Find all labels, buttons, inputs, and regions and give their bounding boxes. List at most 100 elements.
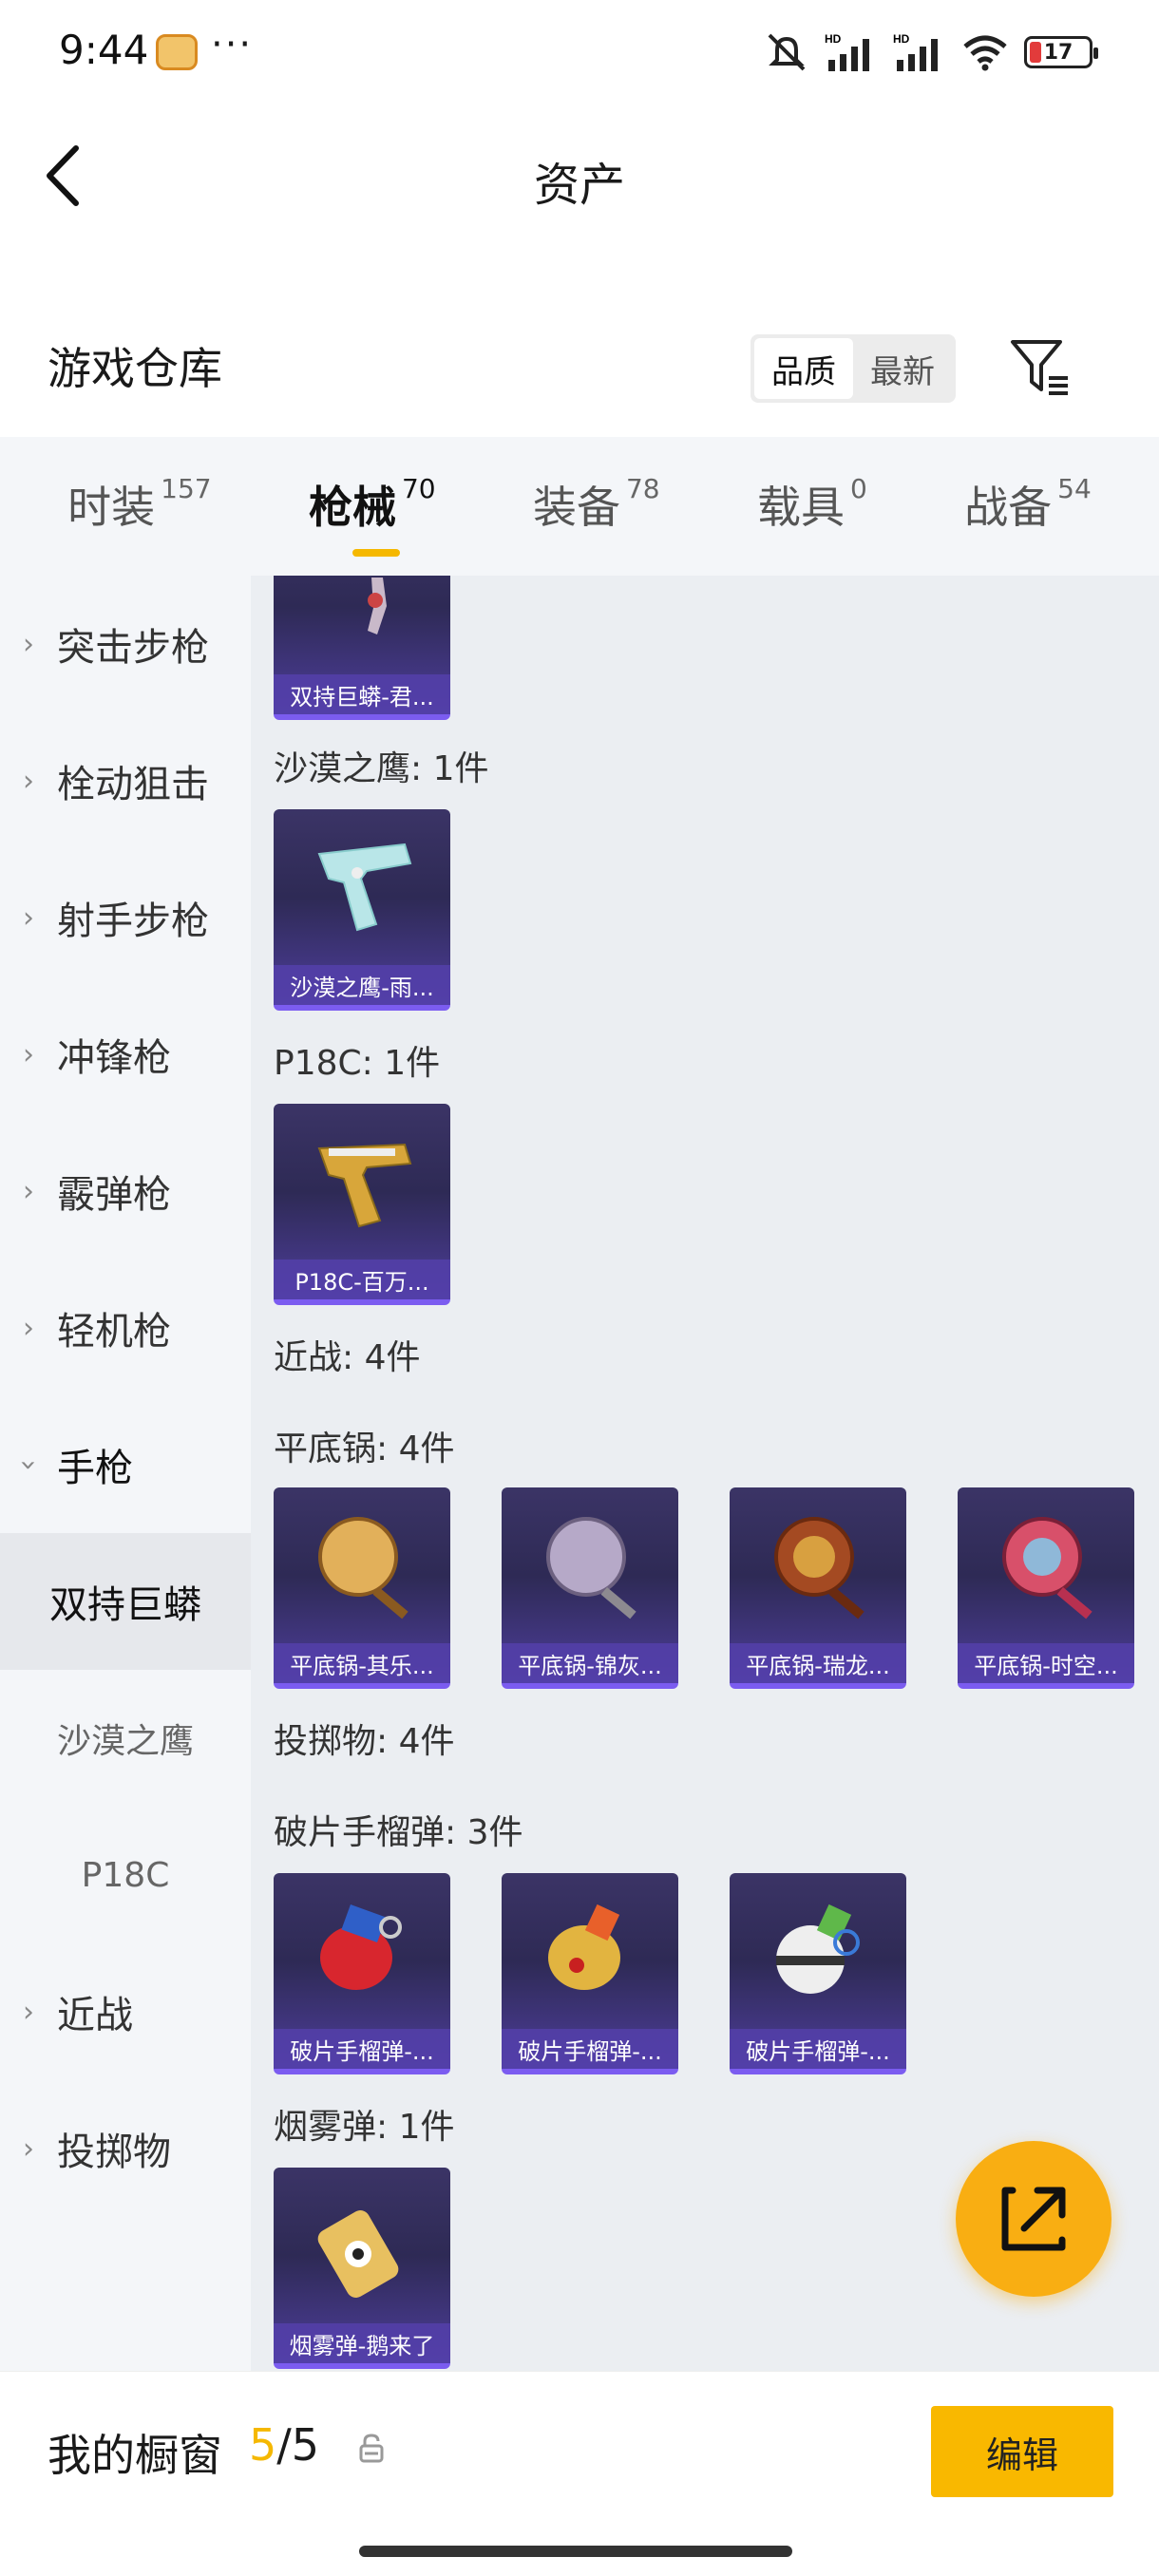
showcase-count: 5/5 xyxy=(249,2419,319,2471)
battery-icon: 17 xyxy=(1024,36,1098,68)
battery-level: 17 xyxy=(1043,40,1074,65)
desert-eagle-skin-icon xyxy=(274,809,450,965)
sort-option-newest[interactable]: 最新 xyxy=(853,338,952,399)
chevron-right-icon: › xyxy=(23,900,34,935)
item-grid: 双持巨蟒-君... 沙漠之鹰: 1件 沙漠之鹰-雨... P18C: 1件 P1… xyxy=(251,576,1159,2371)
group-label: 近战: 4件 xyxy=(274,1338,421,1377)
section-title: 游戏仓库 xyxy=(48,343,222,394)
group-label: 破片手榴弹: 3件 xyxy=(274,1813,523,1852)
item-card[interactable]: 平底锅-时空... xyxy=(958,1487,1134,1689)
pan-skin-icon xyxy=(958,1487,1134,1643)
status-icons: HD HD 17 xyxy=(764,30,1098,74)
item-name: 破片手榴弹-... xyxy=(502,2029,678,2069)
item-card[interactable]: 沙漠之鹰-雨... xyxy=(274,809,450,1011)
nav-subitem-dual-python[interactable]: 双持巨蟒 xyxy=(0,1533,251,1670)
group-label: P18C: 1件 xyxy=(274,1044,441,1083)
share-button[interactable] xyxy=(956,2141,1112,2297)
nav-subitem-p18c[interactable]: P18C xyxy=(0,1807,251,1943)
sort-toggle[interactable]: 品质 最新 xyxy=(750,334,956,403)
item-name: 平底锅-锦灰... xyxy=(502,1643,678,1683)
nav-label: 双持巨蟒 xyxy=(49,1583,201,1627)
tab-label: 时装 xyxy=(67,482,156,533)
nav-item-smg[interactable]: › 冲锋枪 xyxy=(0,986,251,1123)
tab-supplies[interactable]: 战备 54 xyxy=(964,473,1092,540)
share-external-icon xyxy=(1001,2187,1066,2251)
group-label: 烟雾弹: 1件 xyxy=(274,2108,455,2147)
chevron-right-icon: › xyxy=(23,627,34,661)
item-card[interactable]: 双持巨蟒-君... xyxy=(274,576,450,720)
nav-label: 霰弹枪 xyxy=(57,1173,171,1217)
filter-icon[interactable] xyxy=(1007,334,1074,401)
pan-skin-icon xyxy=(730,1487,906,1643)
nav-item-lmg[interactable]: › 轻机枪 xyxy=(0,1260,251,1396)
item-card[interactable]: 烟雾弹-鹅来了 xyxy=(274,2168,450,2369)
item-name: 破片手榴弹-... xyxy=(730,2029,906,2069)
tab-label: 载具 xyxy=(756,482,845,533)
item-card[interactable]: 平底锅-瑞龙... xyxy=(730,1487,906,1689)
nav-label: 手枪 xyxy=(57,1447,133,1490)
item-card[interactable]: 破片手榴弹-... xyxy=(730,1873,906,2074)
p18c-skin-icon xyxy=(274,1104,450,1260)
item-card[interactable]: P18C-百万... xyxy=(274,1104,450,1305)
nav-item-throwables[interactable]: › 投掷物 xyxy=(0,2080,251,2217)
chevron-right-icon: › xyxy=(23,1174,34,1208)
item-name: 平底锅-其乐... xyxy=(274,1643,450,1683)
nav-item-pistol[interactable]: › 手枪 xyxy=(0,1396,251,1533)
tab-count: 78 xyxy=(625,473,660,504)
signal-icon-2: HD xyxy=(893,32,938,71)
grenade-skin-icon xyxy=(502,1873,678,2029)
item-name: P18C-百万... xyxy=(274,1260,450,1299)
tab-fashion[interactable]: 时装 157 xyxy=(67,473,211,540)
group-label: 平底锅: 4件 xyxy=(274,1430,455,1468)
showcase-count-current: 5 xyxy=(249,2419,277,2471)
chevron-right-icon: › xyxy=(23,2131,34,2166)
smoke-grenade-skin-icon xyxy=(274,2168,450,2323)
item-name: 平底锅-瑞龙... xyxy=(730,1643,906,1683)
nav-label: 投掷物 xyxy=(57,2131,171,2174)
pan-skin-icon xyxy=(274,1487,450,1643)
item-name: 破片手榴弹-... xyxy=(274,2029,450,2069)
item-name: 烟雾弹-鹅来了 xyxy=(274,2323,450,2363)
chevron-right-icon: › xyxy=(23,1311,34,1345)
active-tab-indicator xyxy=(352,549,400,557)
tab-label: 装备 xyxy=(532,482,620,533)
showcase-count-separator: / xyxy=(276,2419,292,2471)
mute-icon xyxy=(768,33,806,71)
nav-label: 射手步枪 xyxy=(57,900,209,943)
tab-weapons[interactable]: 枪械 70 xyxy=(309,473,436,557)
nav-item-melee[interactable]: › 近战 xyxy=(0,1943,251,2080)
wifi-icon xyxy=(963,35,1007,71)
category-tabs: 时装 157 枪械 70 装备 78 载具 0 战备 54 xyxy=(0,437,1159,576)
nav-item-shotgun[interactable]: › 霰弹枪 xyxy=(0,1123,251,1260)
nav-label: P18C xyxy=(81,1855,170,1895)
signal-icon: HD xyxy=(825,32,869,71)
pistol-skin-icon xyxy=(274,576,450,674)
showcase-title: 我的橱窗 xyxy=(48,2430,222,2481)
nav-label: 轻机枪 xyxy=(57,1310,171,1354)
tab-equipment[interactable]: 装备 78 xyxy=(533,473,660,540)
nav-subitem-desert-eagle[interactable]: 沙漠之鹰 xyxy=(0,1670,251,1807)
svg-text:HD: HD xyxy=(893,32,910,46)
item-name: 双持巨蟒-君... xyxy=(274,674,450,714)
grenade-skin-icon xyxy=(274,1873,450,2029)
edit-button[interactable]: 编辑 xyxy=(931,2406,1113,2497)
app-notification-icon xyxy=(156,34,198,70)
page-title: 资产 xyxy=(533,159,625,212)
chevron-right-icon: › xyxy=(23,1995,34,2029)
sort-option-quality[interactable]: 品质 xyxy=(754,338,853,399)
tab-vehicles[interactable]: 载具 0 xyxy=(757,473,867,540)
status-bar: 9:44 ··· HD HD 17 xyxy=(0,0,1159,104)
item-card[interactable]: 平底锅-锦灰... xyxy=(502,1487,678,1689)
nav-item-bolt-sniper[interactable]: › 栓动狙击 xyxy=(0,712,251,849)
item-card[interactable]: 破片手榴弹-... xyxy=(274,1873,450,2074)
nav-item-assault-rifle[interactable]: › 突击步枪 xyxy=(0,576,251,712)
nav-item-dmr[interactable]: › 射手步枪 xyxy=(0,849,251,986)
item-card[interactable]: 平底锅-其乐... xyxy=(274,1487,450,1689)
chevron-down-icon: › xyxy=(11,1459,46,1470)
svg-text:HD: HD xyxy=(825,32,842,46)
nav-label: 近战 xyxy=(57,1994,133,2037)
home-indicator[interactable] xyxy=(359,2546,792,2557)
lock-icon xyxy=(359,2434,384,2463)
item-name: 平底锅-时空... xyxy=(958,1643,1134,1683)
item-card[interactable]: 破片手榴弹-... xyxy=(502,1873,678,2074)
